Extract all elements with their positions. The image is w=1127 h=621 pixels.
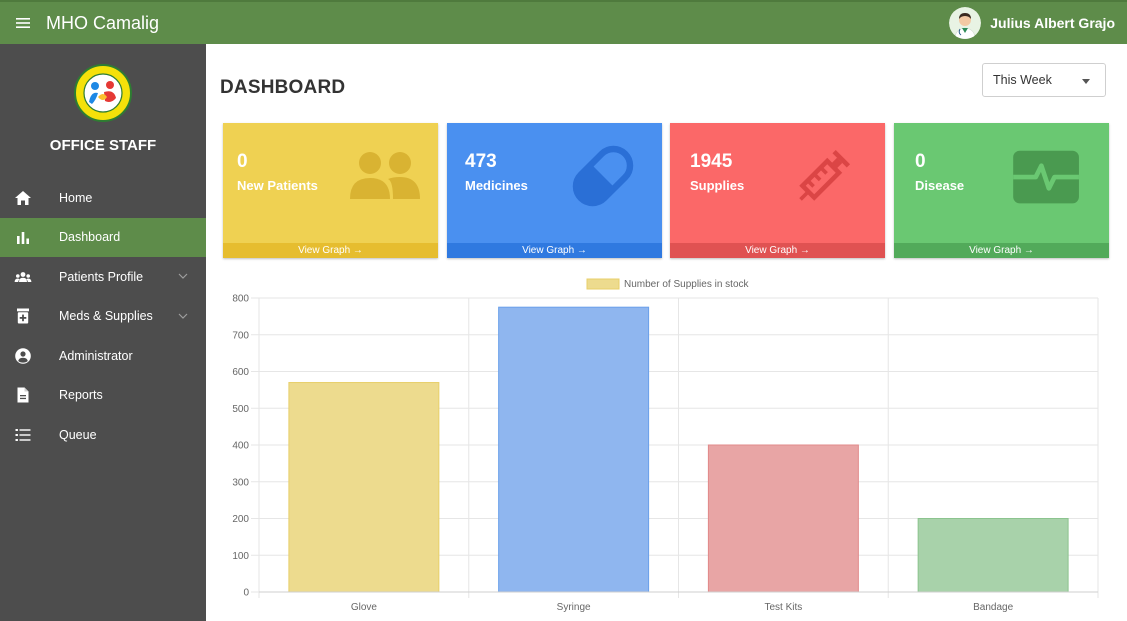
stat-card-value: 473 [465,151,497,172]
user-name: Julius Albert Grajo [990,15,1115,31]
stat-card-label: New Patients [237,178,318,193]
bar [498,306,650,593]
hamburger-menu-button[interactable] [0,2,46,44]
stat-card-supplies[interactable]: 1945 Supplies View Graph → [670,123,885,258]
legend-label: Number of Supplies in stock [624,279,750,290]
syringe-icon [799,149,851,201]
y-tick-label: 100 [232,551,249,562]
view-graph-link[interactable]: View Graph → [894,243,1109,258]
chevron-down-icon [178,273,188,279]
y-tick-label: 300 [232,477,249,488]
users-icon [350,152,420,199]
stat-card-medicines[interactable]: 473 Medicines View Graph → [447,123,662,258]
stat-card-label: Disease [915,178,965,193]
sidebar-item-administrator[interactable]: Administrator [0,336,206,376]
home-icon [14,189,32,207]
view-graph-link[interactable]: View Graph → [223,243,438,258]
top-bar: MHO Camalig Julius Albert Grajo [0,0,1127,44]
stat-card-new-patients[interactable]: 0 New Patients View Graph → [223,123,438,258]
chevron-down-icon [178,313,188,319]
y-tick-label: 0 [243,588,249,599]
municipal-health-office-logo [74,64,132,122]
file-icon [14,386,32,404]
x-tick-label: Syringe [557,602,591,613]
sidebar-item-meds-supplies[interactable]: Meds & Supplies [0,297,206,337]
menu-icon [16,18,30,28]
doctor-avatar-icon [949,7,982,39]
period-select-value: This Week [993,73,1052,87]
view-graph-link[interactable]: View Graph → [447,243,662,258]
medicine-bottle-icon [14,307,32,325]
sidebar-item-label: Administrator [59,348,133,363]
bar [917,518,1069,593]
x-tick-label: Glove [351,602,378,613]
user-circle-icon [14,347,32,365]
sidebar-item-label: Meds & Supplies [59,309,153,324]
caret-down-icon [1082,79,1090,84]
users-icon [14,268,32,286]
sidebar-nav: Home Dashboard Patients Profile Meds & S… [0,178,206,455]
legend-swatch [586,278,620,290]
user-menu[interactable]: Julius Albert Grajo [949,7,1115,39]
y-tick-label: 600 [232,367,249,378]
sidebar-item-label: Home [59,190,93,205]
y-tick-label: 500 [232,404,249,415]
view-graph-link[interactable]: View Graph → [670,243,885,258]
stat-card-disease[interactable]: 0 Disease View Graph → [894,123,1109,258]
sidebar: OFFICE STAFF Home Dashboard Patients Pro… [0,44,206,621]
page-title: DASHBOARD [220,77,346,98]
app-title: MHO Camalig [46,12,160,33]
period-select[interactable]: This Week [982,63,1106,97]
stat-card-value: 0 [237,151,248,172]
y-tick-label: 700 [232,330,249,341]
sidebar-item-queue[interactable]: Queue [0,415,206,455]
list-icon [14,426,32,444]
user-role-label: OFFICE STAFF [49,137,157,154]
sidebar-item-label: Dashboard [59,230,121,245]
stat-card-label: Medicines [465,178,528,193]
supplies-bar-chart: Number of Supplies in stock 0 100 200 300 400… [215,272,1110,621]
sidebar-item-dashboard[interactable]: Dashboard [0,217,206,257]
bar [707,444,859,593]
stat-card-value: 0 [915,151,926,172]
bar [288,382,440,593]
y-tick-label: 800 [232,294,249,305]
pill-icon [572,145,634,207]
sidebar-item-label: Queue [59,427,97,442]
bar-chart-icon [14,228,32,246]
stat-card-label: Supplies [690,178,745,193]
x-tick-label: Test Kits [764,602,802,613]
sidebar-item-reports[interactable]: Reports [0,376,206,416]
x-tick-label: Bandage [973,602,1013,613]
sidebar-item-home[interactable]: Home [0,178,206,218]
y-tick-label: 200 [232,514,249,525]
sidebar-item-label: Reports [59,388,103,403]
y-tick-label: 400 [232,441,249,452]
heart-monitor-icon [1013,150,1079,204]
sidebar-item-patients-profile[interactable]: Patients Profile [0,257,206,297]
chart-canvas: Number of Supplies in stock 0 100 200 300 400… [232,278,1099,613]
stat-card-value: 1945 [690,151,733,172]
sidebar-item-label: Patients Profile [59,269,144,284]
